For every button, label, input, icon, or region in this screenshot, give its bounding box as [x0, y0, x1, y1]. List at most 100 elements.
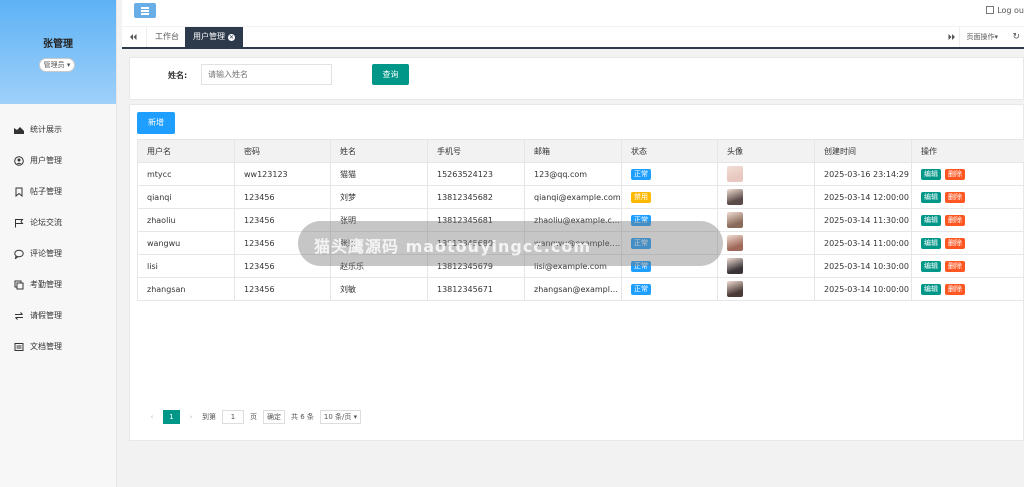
edit-button[interactable]: 编辑	[921, 260, 941, 272]
edit-button[interactable]: 编辑	[921, 283, 941, 295]
actions-cell: 编辑 删除	[911, 162, 1024, 186]
list-icon	[14, 342, 24, 351]
tab-label: 用户管理	[193, 32, 225, 41]
actions-cell: 编辑 删除	[911, 231, 1024, 255]
created-time-cell: 2025-03-14 10:30:00	[814, 254, 912, 278]
sidebar-item-label: 帖子管理	[30, 187, 62, 196]
tabs-next-icon[interactable]	[948, 33, 956, 41]
username-cell: mtycc	[137, 162, 235, 186]
sidebar-item-attendance[interactable]: 考勤管理	[0, 269, 116, 300]
search-button[interactable]: 查询	[372, 64, 409, 85]
sidebar-item-comments[interactable]: 评论管理	[0, 238, 116, 269]
column-header: 操作	[911, 139, 1024, 163]
close-icon[interactable]: ✕	[228, 34, 235, 41]
sidebar-item-label: 用户管理	[30, 156, 62, 165]
menu-icon-bar	[141, 10, 149, 12]
sidebar-item-label: 论坛交流	[30, 218, 62, 227]
status-cell: 正常	[621, 277, 718, 301]
sidebar-item-documents[interactable]: 文档管理	[0, 331, 116, 362]
sidebar-menu: 统计展示 用户管理 帖子管理 论坛交流 评论管理 考勤管理 请假管理 文档管理	[0, 104, 116, 362]
delete-button[interactable]: 删除	[945, 214, 965, 226]
tab-workbench[interactable]: 工作台	[146, 27, 187, 47]
next-page-icon[interactable]: ›	[186, 413, 196, 421]
name-cell: 刘敏	[330, 277, 428, 301]
chevron-down-icon: ▾	[66, 61, 71, 69]
delete-button[interactable]: 删除	[945, 168, 965, 180]
edit-button[interactable]: 编辑	[921, 214, 941, 226]
status-badge: 正常	[631, 283, 651, 295]
sidebar-item-statistics[interactable]: 统计展示	[0, 114, 116, 145]
status-badge: 正常	[631, 168, 651, 180]
column-header: 创建时间	[814, 139, 912, 163]
created-time-cell: 2025-03-14 11:30:00	[814, 208, 912, 232]
add-user-button[interactable]: 新增	[137, 112, 175, 134]
delete-button[interactable]: 删除	[945, 237, 965, 249]
sidebar-header: 张管理 管理员 ▾	[0, 0, 116, 104]
sidebar-item-label: 请假管理	[30, 311, 62, 320]
goto-confirm-button[interactable]: 确定	[263, 410, 285, 424]
comment-icon	[14, 249, 24, 259]
avatar	[727, 166, 743, 182]
column-header: 手机号	[427, 139, 525, 163]
username-cell: lisi	[137, 254, 235, 278]
avatar-cell	[717, 254, 815, 278]
goto-page-input[interactable]: 1	[222, 410, 244, 424]
name-search-input[interactable]	[201, 64, 332, 85]
phone-cell: 13812345682	[427, 185, 525, 209]
sidebar-item-label: 评论管理	[30, 249, 62, 258]
avatar	[727, 189, 743, 205]
edit-button[interactable]: 编辑	[921, 191, 941, 203]
password-cell: 123456	[234, 185, 331, 209]
user-table-panel: 新增 用户名 密码 姓名 手机号 邮箱 状态 头像 创建时间 操作 mtycc ww123123 猫…	[129, 104, 1024, 441]
chevron-down-icon: ▾	[353, 413, 358, 421]
tabs-prev-icon[interactable]	[129, 33, 137, 41]
user-circle-icon	[14, 155, 24, 166]
tab-user-management[interactable]: 用户管理 ✕	[185, 27, 243, 47]
delete-button[interactable]: 删除	[945, 260, 965, 272]
email-cell: 123@qq.com	[524, 162, 622, 186]
table-row: zhangsan 123456 刘敏 13812345671 zhangsan@exam…	[137, 277, 1024, 301]
flag-icon	[15, 218, 24, 227]
role-select[interactable]: 管理员 ▾	[39, 58, 75, 72]
password-cell: ww123123	[234, 162, 331, 186]
total-count: 共 6 条	[291, 413, 314, 421]
username-cell: wangwu	[137, 231, 235, 255]
sidebar-item-leave[interactable]: 请假管理	[0, 300, 116, 331]
edit-button[interactable]: 编辑	[921, 237, 941, 249]
table-row: qianqi 123456 刘梦 13812345682 qianqi@example.…	[137, 185, 1024, 209]
delete-button[interactable]: 删除	[945, 283, 965, 295]
sidebar-item-posts[interactable]: 帖子管理	[0, 176, 116, 207]
page-operations-dropdown[interactable]: 页面操作▾	[959, 27, 998, 47]
current-page-button[interactable]: 1	[163, 410, 180, 424]
bookmark-icon	[15, 187, 23, 197]
phone-cell: 15263524123	[427, 162, 525, 186]
prev-page-icon[interactable]: ‹	[147, 413, 157, 421]
avatar	[727, 235, 743, 251]
name-cell: 刘梦	[330, 185, 428, 209]
column-header: 邮箱	[524, 139, 622, 163]
goto-label: 到第	[202, 413, 216, 421]
avatar-cell	[717, 162, 815, 186]
sidebar: 张管理 管理员 ▾ 统计展示 用户管理 帖子管理 论坛交流 评论管理 考勤管理	[0, 0, 117, 487]
sidebar-item-users[interactable]: 用户管理	[0, 145, 116, 176]
sidebar-item-forum[interactable]: 论坛交流	[0, 207, 116, 238]
top-bar: Log ou	[122, 0, 1024, 26]
logout-link[interactable]: Log ou	[986, 6, 1024, 15]
refresh-icon[interactable]: ↻	[1012, 27, 1020, 47]
status-cell: 禁用	[621, 185, 718, 209]
edit-button[interactable]: 编辑	[921, 168, 941, 180]
tab-label: 工作台	[155, 32, 179, 41]
name-cell: 猫猫	[330, 162, 428, 186]
user-name: 张管理	[43, 39, 73, 50]
page-size-select[interactable]: 10 条/页 ▾	[319, 410, 362, 424]
tabs-bar: 工作台 用户管理 ✕ 页面操作▾ ↻	[122, 27, 1024, 49]
avatar-cell	[717, 277, 815, 301]
avatar-cell	[717, 208, 815, 232]
column-header: 密码	[234, 139, 331, 163]
created-time-cell: 2025-03-14 11:00:00	[814, 231, 912, 255]
delete-button[interactable]: 删除	[945, 191, 965, 203]
sidebar-item-label: 文档管理	[30, 342, 62, 351]
page-ops-label: 页面操作	[966, 33, 995, 41]
menu-toggle-button[interactable]	[134, 3, 156, 18]
column-header: 用户名	[137, 139, 235, 163]
